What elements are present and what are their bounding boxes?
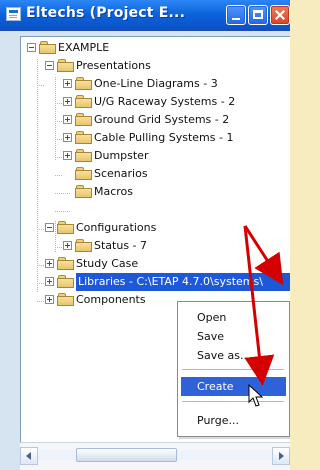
context-menu[interactable]: Open Save Save as... Create Purge... <box>177 301 290 437</box>
folder-icon <box>75 95 92 108</box>
tree-item-label: Macros <box>94 185 134 198</box>
screenshot-stage: Eltechs (Project E... EXAMPLE Presentati… <box>0 0 290 470</box>
folder-icon <box>75 185 92 198</box>
folder-icon <box>57 275 74 288</box>
expand-icon[interactable] <box>45 259 54 268</box>
tree-item-cable-pulling-systems[interactable]: Cable Pulling Systems - 1 <box>21 129 281 147</box>
window-title: Eltechs (Project E... <box>26 5 186 21</box>
tree-item-label: Scenarios <box>94 167 148 180</box>
tree-item-ug-raceway-systems[interactable]: U/G Raceway Systems - 2 <box>21 93 281 111</box>
tree-item-label: Status - 7 <box>94 239 148 252</box>
tree-item-label: U/G Raceway Systems - 2 <box>94 95 236 108</box>
folder-icon <box>57 257 74 270</box>
tree-item-libraries[interactable]: Libraries - C:\ETAP 4.7.0\systems\ <box>21 273 290 291</box>
tree-item-label: Components <box>76 293 146 306</box>
tree-item-label: One-Line Diagrams - 3 <box>94 77 218 90</box>
tree-item-label: Libraries - C:\ETAP 4.7.0\systems\ <box>76 273 290 291</box>
project-window: Eltechs (Project E... EXAMPLE Presentati… <box>0 0 290 470</box>
expand-icon[interactable] <box>63 133 72 142</box>
window-titlebar[interactable]: Eltechs (Project E... <box>0 0 290 31</box>
tree-item-study-case[interactable]: Study Case <box>21 255 201 273</box>
expand-icon[interactable] <box>45 277 54 286</box>
tree-item-label: Ground Grid Systems - 2 <box>94 113 230 126</box>
menu-item-purge[interactable]: Purge... <box>181 411 286 430</box>
menu-item-create[interactable]: Create <box>181 377 286 396</box>
expand-icon[interactable] <box>63 79 72 88</box>
collapse-icon[interactable] <box>27 43 36 52</box>
tree-item-status[interactable]: Status - 7 <box>21 237 171 255</box>
menu-item-save-as[interactable]: Save as... <box>181 346 286 365</box>
expand-icon[interactable] <box>45 295 54 304</box>
folder-icon <box>57 221 74 234</box>
tree-item-label: Configurations <box>76 221 157 234</box>
tree-item-dumpster[interactable]: Dumpster <box>21 147 181 165</box>
tree-item-scenarios[interactable]: Scenarios <box>21 165 181 183</box>
folder-icon <box>75 131 92 144</box>
window-app-icon <box>6 7 21 21</box>
maximize-button[interactable] <box>248 5 268 25</box>
scroll-right-button[interactable] <box>272 447 290 465</box>
tree-item-label: EXAMPLE <box>58 41 110 54</box>
mouse-cursor-icon <box>248 384 264 407</box>
folder-icon <box>75 77 92 90</box>
tree-item-configurations[interactable]: Configurations <box>21 219 191 237</box>
expand-icon[interactable] <box>63 115 72 124</box>
tree-item-presentations[interactable]: Presentations <box>21 57 171 75</box>
menu-separator <box>182 369 284 370</box>
close-button[interactable] <box>270 5 290 25</box>
tree-item-ground-grid-systems[interactable]: Ground Grid Systems - 2 <box>21 111 276 129</box>
expand-icon[interactable] <box>63 97 72 106</box>
tree-item-macros[interactable]: Macros <box>21 183 181 201</box>
menu-item-save[interactable]: Save <box>181 327 286 346</box>
scroll-thumb[interactable] <box>76 448 177 462</box>
minimize-button[interactable] <box>226 5 246 25</box>
expand-icon[interactable] <box>63 241 72 250</box>
scroll-left-button[interactable] <box>20 447 38 465</box>
menu-item-open[interactable]: Open <box>181 308 286 327</box>
tree-item-label: Study Case <box>76 257 139 270</box>
collapse-icon[interactable] <box>45 223 54 232</box>
folder-icon <box>57 293 74 306</box>
folder-icon <box>39 41 56 54</box>
tree-item-one-line-diagrams[interactable]: One-Line Diagrams - 3 <box>21 75 261 93</box>
folder-icon <box>75 239 92 252</box>
tree-guide-line <box>55 211 71 212</box>
folder-icon <box>57 59 74 72</box>
collapse-icon[interactable] <box>45 61 54 70</box>
horizontal-scrollbar[interactable] <box>20 442 290 470</box>
expand-icon[interactable] <box>63 151 72 160</box>
folder-icon <box>75 167 92 180</box>
tree-item-example[interactable]: EXAMPLE <box>21 39 141 57</box>
tree-item-label: Presentations <box>76 59 151 72</box>
tree-item-label: Cable Pulling Systems - 1 <box>94 131 234 144</box>
tree-item-components[interactable]: Components <box>21 291 191 309</box>
tree-item-label: Dumpster <box>94 149 149 162</box>
folder-icon <box>75 113 92 126</box>
folder-icon <box>75 149 92 162</box>
menu-separator <box>182 401 284 402</box>
